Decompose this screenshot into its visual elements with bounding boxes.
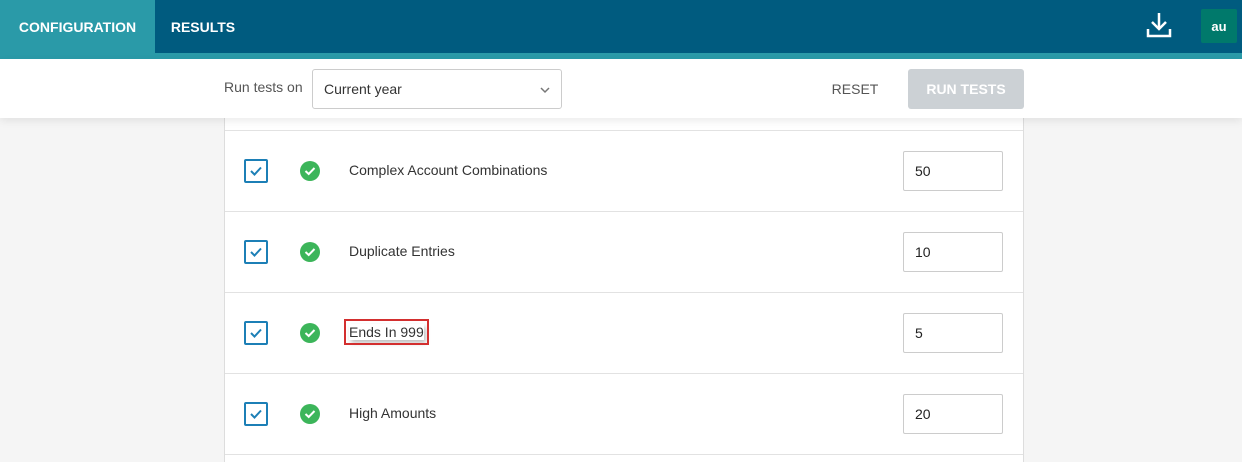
top-nav: CONFIGURATION RESULTS au: [0, 0, 1242, 53]
test-threshold-input[interactable]: [903, 151, 1003, 191]
test-name-highlighted: Ends In 999: [344, 319, 429, 345]
test-checkbox[interactable]: [244, 159, 268, 183]
tab-results[interactable]: RESULTS: [155, 0, 251, 53]
test-row: Duplicate Entries: [225, 211, 1023, 292]
test-threshold-input[interactable]: [903, 394, 1003, 434]
test-checkbox[interactable]: [244, 321, 268, 345]
test-row: Complex Account Combinations: [225, 130, 1023, 211]
test-name: Complex Account Combinations: [349, 162, 548, 178]
download-icon[interactable]: [1144, 10, 1174, 40]
test-threshold-input[interactable]: [903, 313, 1003, 353]
test-row: Ends In 999: [225, 292, 1023, 373]
test-checkbox[interactable]: [244, 402, 268, 426]
tests-panel: Complex Account Combinations Duplicate E…: [224, 118, 1024, 462]
check-circle-icon: [300, 161, 320, 181]
toolbar: Run tests on Current year RESET RUN TEST…: [0, 59, 1242, 118]
check-circle-icon: [300, 323, 320, 343]
check-circle-icon: [300, 404, 320, 424]
checkmark-icon: [250, 166, 262, 176]
reset-button[interactable]: RESET: [820, 69, 890, 109]
checkmark-icon: [250, 328, 262, 338]
test-checkbox[interactable]: [244, 240, 268, 264]
checkmark-icon: [250, 247, 262, 257]
test-name: Duplicate Entries: [349, 243, 455, 259]
avatar[interactable]: au: [1201, 9, 1237, 43]
test-row: [225, 454, 1023, 462]
test-name: High Amounts: [349, 405, 437, 421]
test-row: High Amounts: [225, 373, 1023, 454]
period-select[interactable]: Current year: [312, 69, 562, 109]
run-tests-button[interactable]: RUN TESTS: [908, 69, 1024, 109]
tab-configuration[interactable]: CONFIGURATION: [0, 0, 155, 53]
test-threshold-input[interactable]: [903, 232, 1003, 272]
check-circle-icon: [300, 242, 320, 262]
period-select-value: Current year: [324, 81, 402, 97]
run-tests-on-label: Run tests on: [224, 79, 303, 95]
checkmark-icon: [250, 409, 262, 419]
chevron-down-icon: [540, 87, 550, 94]
